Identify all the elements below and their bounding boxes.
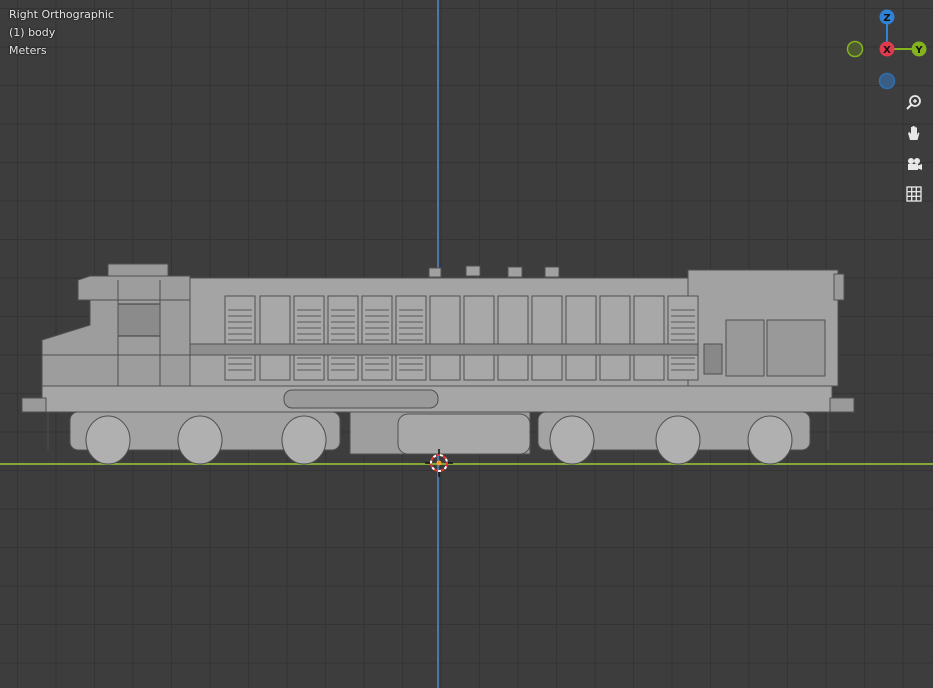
locomotive-model[interactable] (0, 0, 933, 688)
zoom-icon[interactable] (901, 90, 927, 116)
units-label: Meters (9, 44, 47, 57)
grid-icon[interactable] (901, 181, 927, 207)
hood-handrail (189, 343, 699, 356)
gizmo-x-label: X (883, 45, 891, 56)
cab-window (117, 303, 161, 337)
3d-viewport[interactable]: Right Orthographic (1) body Meters Z Y X (0, 0, 933, 688)
active-object-label: (1) body (9, 26, 56, 39)
gizmo-z-label: Z (883, 13, 890, 24)
view-name-label: Right Orthographic (9, 8, 114, 21)
navigation-gizmo[interactable]: Z Y X (842, 6, 932, 96)
gizmo-neg-y (846, 40, 864, 58)
gizmo-neg-z (878, 72, 896, 90)
pan-hand-icon[interactable] (901, 120, 927, 146)
camera-icon[interactable] (901, 152, 927, 178)
cab-roof-unit (107, 263, 169, 277)
gizmo-y-label: Y (914, 45, 923, 56)
cab-body (41, 275, 191, 387)
